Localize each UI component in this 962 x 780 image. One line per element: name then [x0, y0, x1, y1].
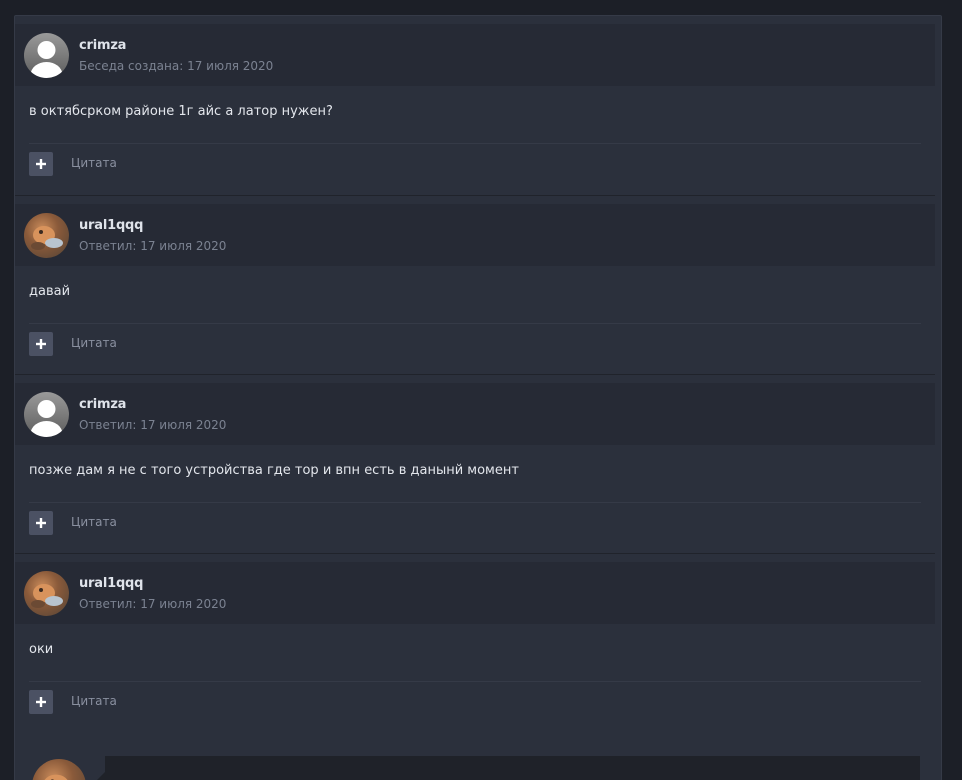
- post-date: Ответил: 17 июля 2020: [79, 239, 227, 253]
- message-text: давай: [29, 284, 71, 299]
- author-name[interactable]: ural1qqq: [79, 576, 143, 591]
- photo-avatar-icon: [32, 759, 86, 780]
- quote-button[interactable]: Цитата: [71, 515, 117, 529]
- divider: [29, 323, 921, 324]
- default-avatar-icon[interactable]: [24, 33, 69, 78]
- multiquote-button[interactable]: [29, 152, 53, 176]
- author-name[interactable]: crimza: [79, 38, 126, 53]
- multiquote-button[interactable]: [29, 690, 53, 714]
- message-item: crimza Ответил: 17 июля 2020 позже дам я…: [15, 374, 935, 553]
- message-item: crimza Беседа создана: 17 июля 2020 в ок…: [15, 16, 935, 195]
- post-date: Беседа создана: 17 июля 2020: [79, 59, 274, 73]
- plus-icon: [36, 159, 46, 169]
- author-name[interactable]: crimza: [79, 397, 126, 412]
- message-text: позже дам я не с того устройства где тор…: [29, 463, 519, 478]
- message-text: в октябсрком районе 1г айс а латор нужен…: [29, 104, 333, 119]
- quote-button[interactable]: Цитата: [71, 694, 117, 708]
- divider: [29, 143, 921, 144]
- conversation-panel: crimza Беседа создана: 17 июля 2020 в ок…: [14, 15, 942, 780]
- plus-icon: [36, 697, 46, 707]
- quote-button[interactable]: Цитата: [71, 156, 117, 170]
- multiquote-button[interactable]: [29, 332, 53, 356]
- message-header: crimza Беседа создана: 17 июля 2020: [15, 24, 935, 86]
- reply-editor-row: [15, 746, 943, 780]
- message-item: ural1qqq Ответил: 17 июля 2020 давай Цит…: [15, 195, 935, 374]
- photo-avatar-icon[interactable]: [24, 571, 69, 616]
- author-name[interactable]: ural1qqq: [79, 218, 143, 233]
- message-header: ural1qqq Ответил: 17 июля 2020: [15, 204, 935, 266]
- plus-icon: [36, 339, 46, 349]
- multiquote-button[interactable]: [29, 511, 53, 535]
- post-date: Ответил: 17 июля 2020: [79, 597, 227, 611]
- plus-icon: [36, 518, 46, 528]
- quote-button[interactable]: Цитата: [71, 336, 117, 350]
- divider: [29, 681, 921, 682]
- post-date: Ответил: 17 июля 2020: [79, 418, 227, 432]
- message-text: оки: [29, 642, 54, 657]
- message-header: ural1qqq Ответил: 17 июля 2020: [15, 562, 935, 624]
- default-avatar-icon[interactable]: [24, 392, 69, 437]
- photo-avatar-icon[interactable]: [24, 213, 69, 258]
- editor-pointer: [97, 772, 105, 780]
- divider: [29, 502, 921, 503]
- message-header: crimza Ответил: 17 июля 2020: [15, 383, 935, 445]
- message-item: ural1qqq Ответил: 17 июля 2020 оки Цитат…: [15, 553, 935, 732]
- reply-editor[interactable]: [105, 756, 920, 780]
